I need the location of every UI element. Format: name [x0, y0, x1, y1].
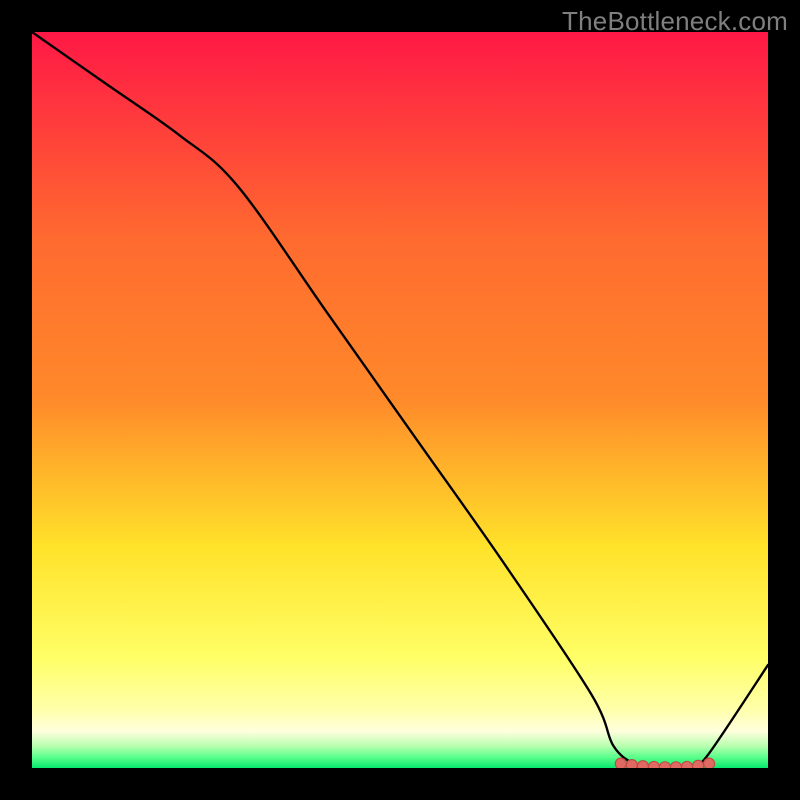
marker-dot	[648, 761, 659, 768]
marker-dot	[626, 760, 637, 768]
watermark-text: TheBottleneck.com	[562, 6, 788, 37]
plot-area	[32, 32, 768, 768]
marker-dot	[615, 758, 626, 768]
marker-dot	[693, 760, 704, 768]
marker-dot	[659, 762, 670, 768]
marker-dot	[704, 758, 715, 768]
plot-svg	[32, 32, 768, 768]
marker-dot	[670, 762, 681, 768]
gradient-background	[32, 32, 768, 768]
marker-dot	[682, 761, 693, 768]
chart-container: TheBottleneck.com	[0, 0, 800, 800]
marker-dot	[637, 761, 648, 768]
